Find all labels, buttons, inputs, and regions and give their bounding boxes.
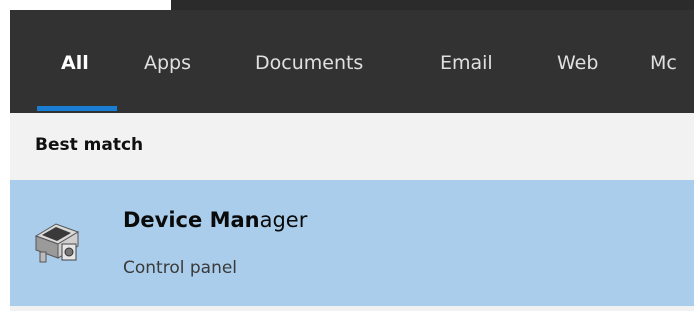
result-title-match: Device Man	[123, 208, 260, 232]
active-tab-indicator	[37, 106, 117, 111]
result-title-rest: ager	[259, 208, 308, 232]
tab-apps[interactable]: Apps	[144, 48, 191, 78]
best-match-heading: Best match	[35, 135, 144, 155]
tab-email[interactable]: Email	[440, 48, 493, 78]
tab-all[interactable]: All	[61, 48, 89, 78]
search-result-device-manager[interactable]: Device Manager Control panel	[10, 180, 694, 306]
result-title: Device Manager	[123, 208, 307, 232]
device-manager-icon	[30, 214, 86, 270]
tab-documents[interactable]: Documents	[255, 48, 363, 78]
result-subtitle: Control panel	[123, 258, 238, 278]
search-filter-tabbar: All Apps Documents Email Web Mc	[10, 10, 694, 113]
top-strip-dark-segment	[171, 0, 694, 10]
tab-web[interactable]: Web	[557, 48, 598, 78]
top-strip	[0, 0, 694, 10]
bottom-strip	[0, 311, 694, 321]
search-results-panel: All Apps Documents Email Web Mc Best mat…	[10, 10, 694, 311]
tab-more[interactable]: Mc	[650, 48, 677, 78]
